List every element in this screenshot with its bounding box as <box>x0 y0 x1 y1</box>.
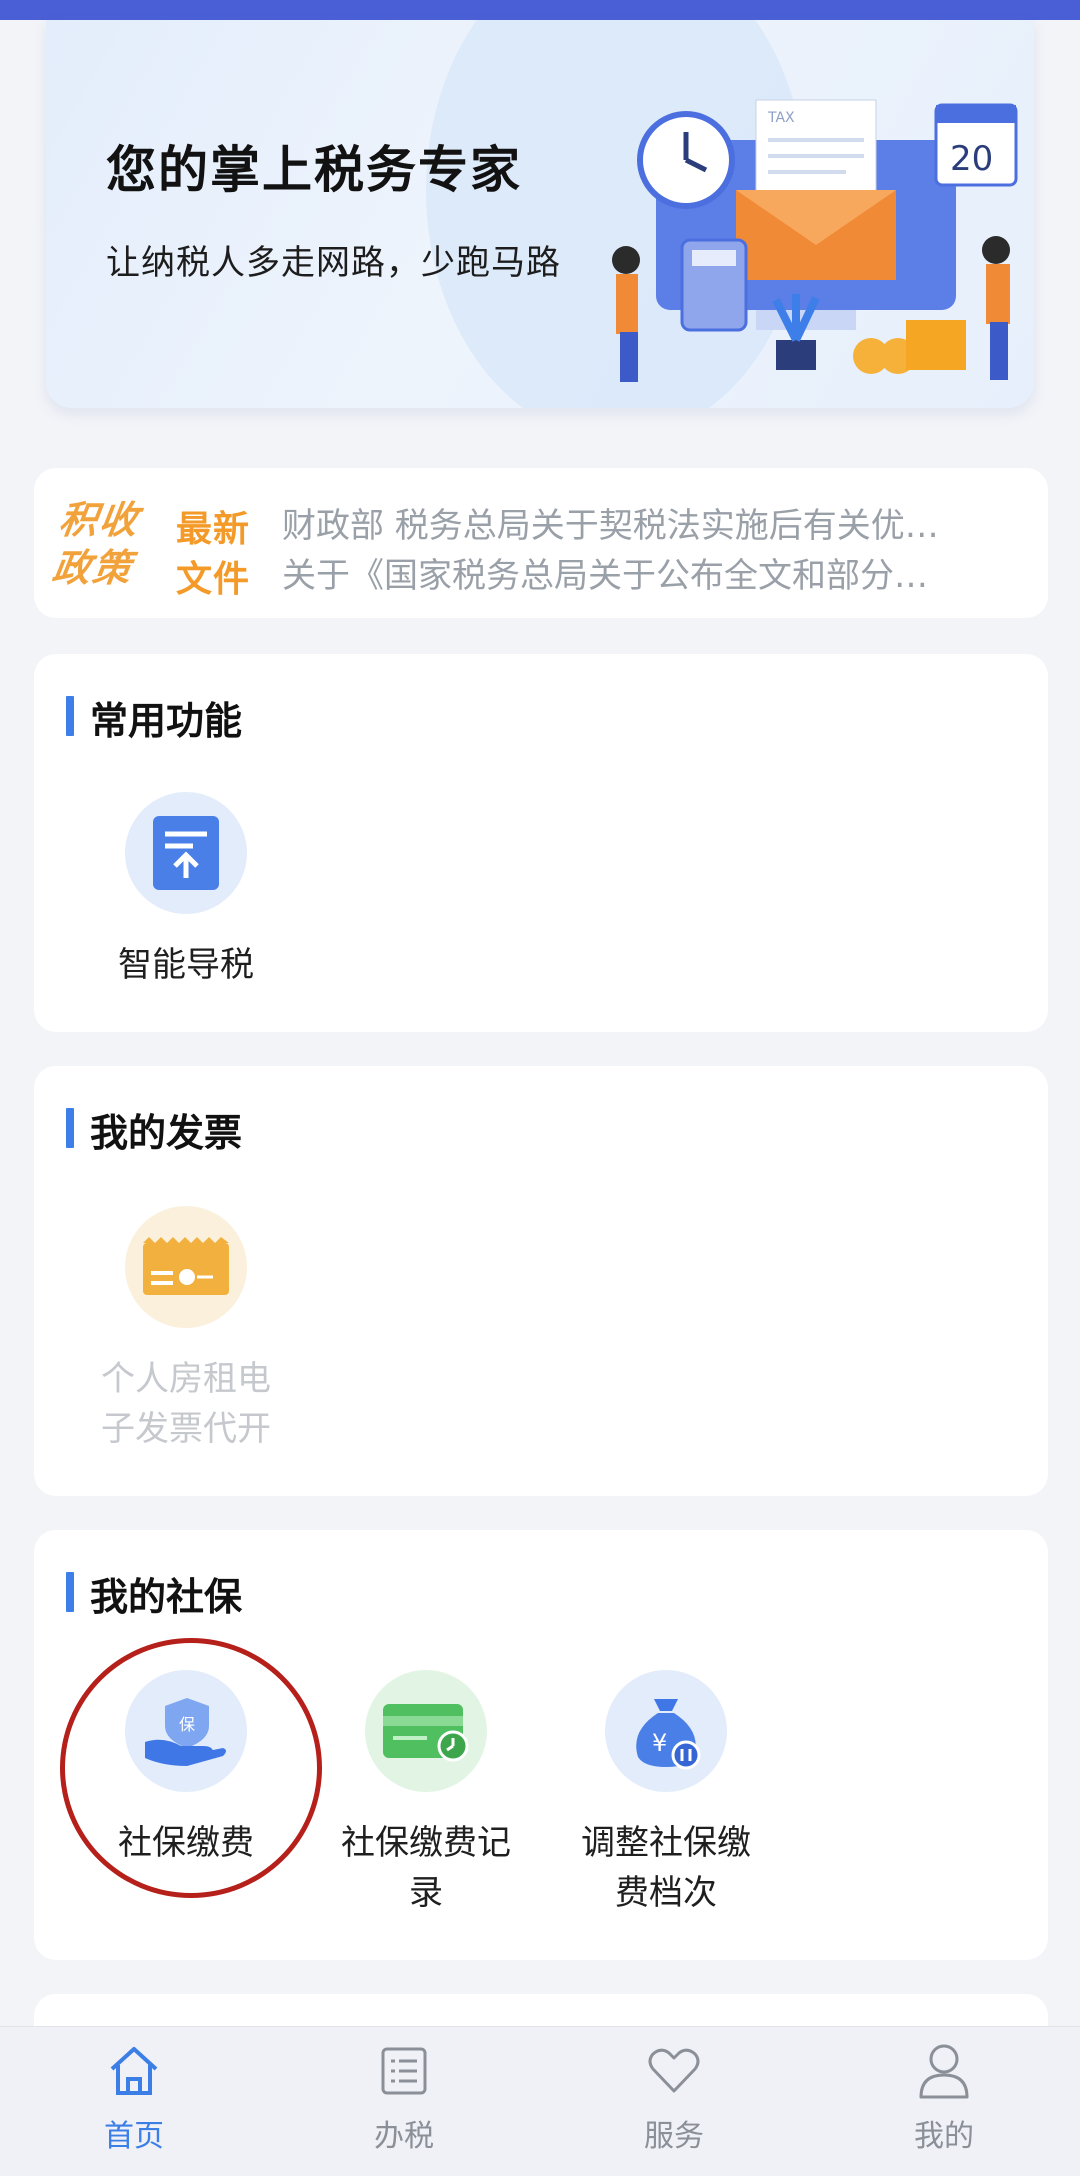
nav-mine[interactable]: 我的 <box>864 2037 1024 2155</box>
rental-invoice-button[interactable]: 个人房租电子发票代开 <box>76 1206 296 1454</box>
nav-label: 服务 <box>644 2119 704 2154</box>
news-item[interactable]: 关于《国家税务总局关于公布全文和部分… <box>282 548 1042 597</box>
item-label: 社保缴费记录 <box>341 1823 511 1913</box>
highlight-circle-annotation <box>60 1638 322 1898</box>
item-label: 调整社保缴费档次 <box>581 1823 751 1913</box>
item-label: 个人房租电子发票代开 <box>101 1359 271 1449</box>
list-icon <box>324 2037 484 2105</box>
section-title: 我的发票 <box>66 1102 242 1157</box>
news-tag-latest: 最新 <box>176 509 251 550</box>
money-bag-icon: ¥ <box>605 1670 727 1792</box>
news-tag-document: 文件 <box>176 559 251 600</box>
section-title: 我的社保 <box>66 1566 242 1621</box>
upload-document-icon <box>125 792 247 914</box>
home-icon <box>54 2037 214 2105</box>
invoice-ticket-icon <box>125 1206 247 1328</box>
nav-label: 我的 <box>914 2119 974 2154</box>
adjust-payment-level-button[interactable]: ¥ 调整社保缴费档次 <box>556 1670 776 1918</box>
item-label: 智能导税 <box>118 945 254 985</box>
banner-subtitle: 让纳税人多走网路，少跑马路 <box>106 243 561 283</box>
status-strip <box>0 0 1080 20</box>
nav-home[interactable]: 首页 <box>54 2037 214 2155</box>
banner-title: 您的掌上税务专家 <box>106 141 522 199</box>
payment-record-button[interactable]: 社保缴费记录 <box>316 1670 536 1918</box>
tax-label: TAX <box>767 110 795 126</box>
section-common-functions: 常用功能 智能导税 <box>34 654 1048 1032</box>
smart-tax-guide-button[interactable]: 智能导税 <box>76 792 296 990</box>
bottom-navigation: 首页 办税 服务 我的 <box>0 2026 1080 2176</box>
nav-label: 办税 <box>374 2119 434 2154</box>
nav-label: 首页 <box>104 2119 164 2154</box>
nav-tax-handling[interactable]: 办税 <box>324 2037 484 2155</box>
svg-text:¥: ¥ <box>652 1729 667 1757</box>
policy-badge: 积收 政策 <box>49 498 143 590</box>
heart-icon <box>594 2037 754 2105</box>
hero-banner[interactable]: 您的掌上税务专家 让纳税人多走网路，少跑马路 TAX 20 <box>46 20 1034 408</box>
user-icon <box>864 2037 1024 2105</box>
news-item[interactable]: 财政部 税务总局关于契税法实施后有关优… <box>282 498 1042 547</box>
section-title: 常用功能 <box>66 690 242 745</box>
policy-news-card[interactable]: 积收 政策 最新 财政部 税务总局关于契税法实施后有关优… 文件 关于《国家税务… <box>34 468 1048 618</box>
nav-service[interactable]: 服务 <box>594 2037 754 2155</box>
card-record-icon <box>365 1670 487 1792</box>
section-my-invoices: 我的发票 个人房租电子发票代开 <box>34 1066 1048 1496</box>
tax-illustration: TAX 20 <box>612 99 1018 382</box>
calendar-day: 20 <box>950 139 993 179</box>
